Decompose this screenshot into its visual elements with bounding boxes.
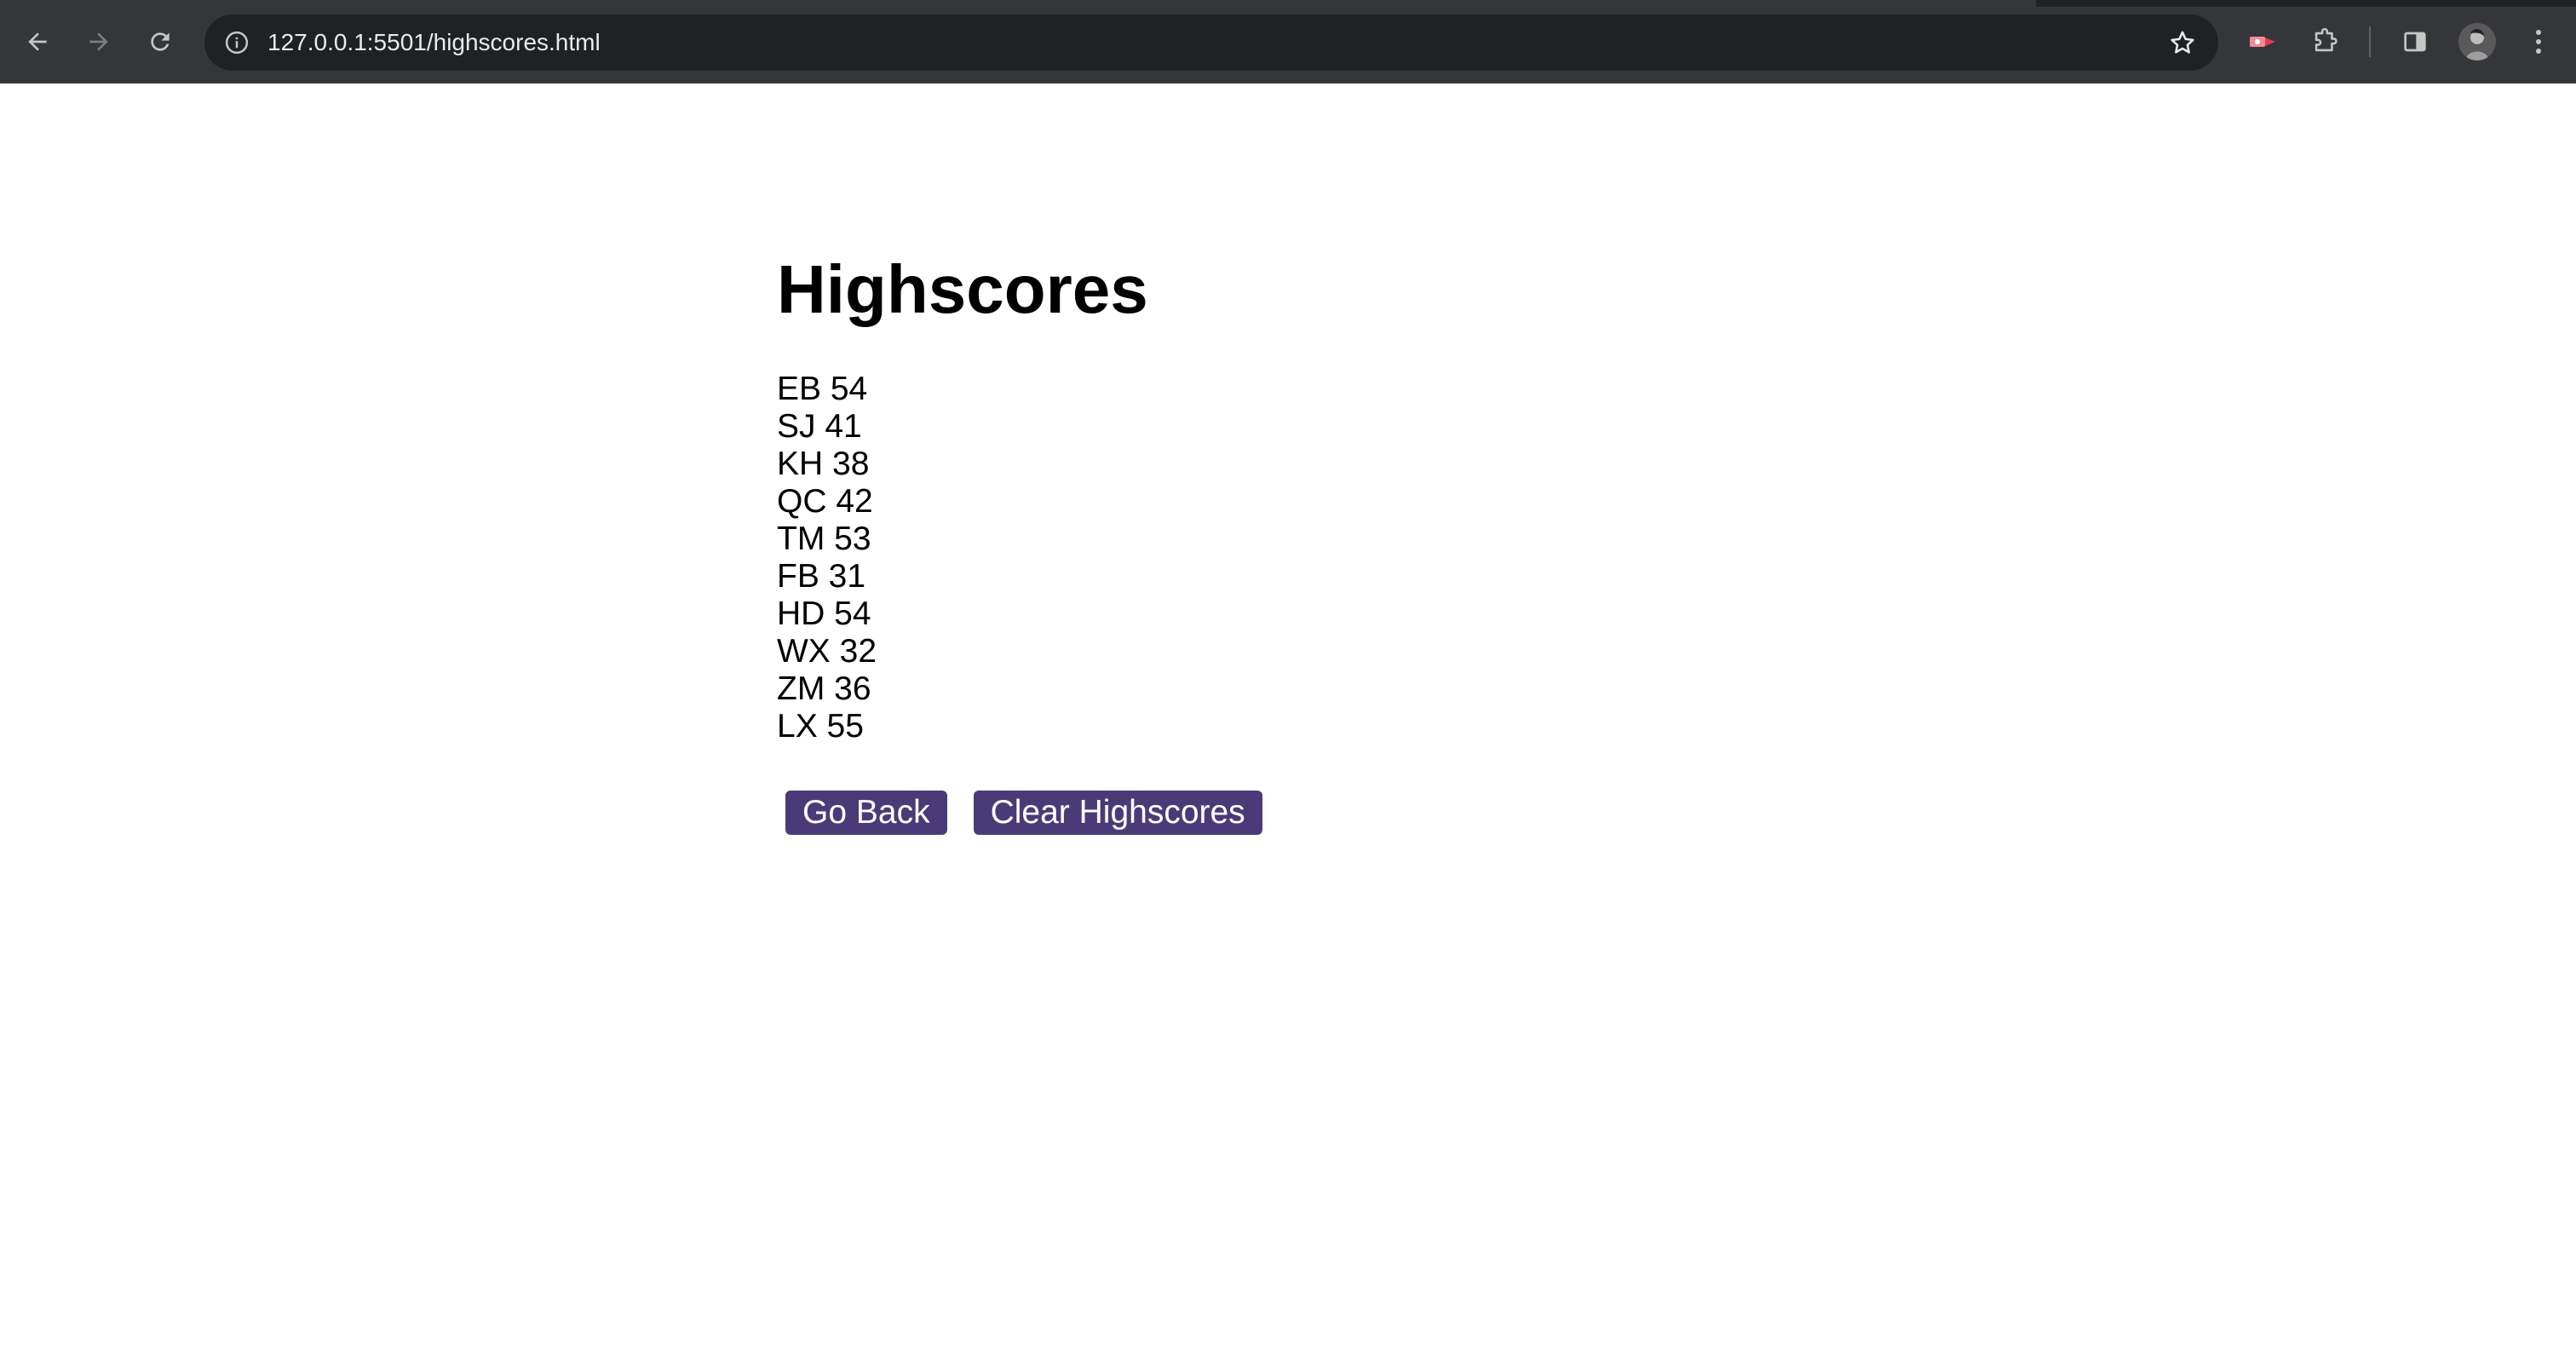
arrow-left-icon [24,28,51,55]
record-extension-icon[interactable] [2242,20,2285,63]
list-item: KH 38 [777,446,870,482]
browser-toolbar: 127.0.0.1:5501/highscores.html [0,0,2576,83]
list-item: ZM 36 [777,670,871,707]
page-title: Highscores [777,251,1148,327]
url-text[interactable]: 127.0.0.1:5501/highscores.html [267,14,601,71]
star-icon[interactable] [2165,26,2199,60]
puzzle-icon[interactable] [2303,20,2346,63]
list-item: QC 42 [777,483,873,520]
tab-strip [0,0,2576,7]
clear-highscores-button[interactable]: Clear Highscores [973,791,1262,835]
toolbar-divider [2369,26,2371,57]
list-item: TM 53 [777,520,871,557]
side-panel-icon[interactable] [2394,20,2436,63]
forward-button[interactable] [78,21,119,62]
go-back-button[interactable]: Go Back [785,791,947,835]
info-icon[interactable] [221,27,252,58]
list-item: SJ 41 [777,408,862,445]
back-button[interactable] [17,21,58,62]
list-item: LX 55 [777,708,864,745]
active-tab[interactable] [0,0,2036,7]
list-item: HD 54 [777,595,871,632]
reload-button[interactable] [140,21,181,62]
list-item: WX 32 [777,633,877,670]
reload-icon [147,28,174,55]
highscores-list: EB 54 SJ 41 KH 38 QC 42 TM 53 FB 31 HD 5… [777,371,877,745]
arrow-right-icon [85,28,112,55]
list-item: EB 54 [777,371,868,407]
button-row: Go Back Clear Highscores [785,791,1262,835]
address-bar[interactable]: 127.0.0.1:5501/highscores.html [204,14,2218,71]
avatar[interactable] [2458,23,2496,60]
kebab-menu-icon[interactable] [2517,20,2560,63]
page-body: Highscores EB 54 SJ 41 KH 38 QC 42 TM 53… [0,83,2576,1363]
list-item: FB 31 [777,558,866,595]
